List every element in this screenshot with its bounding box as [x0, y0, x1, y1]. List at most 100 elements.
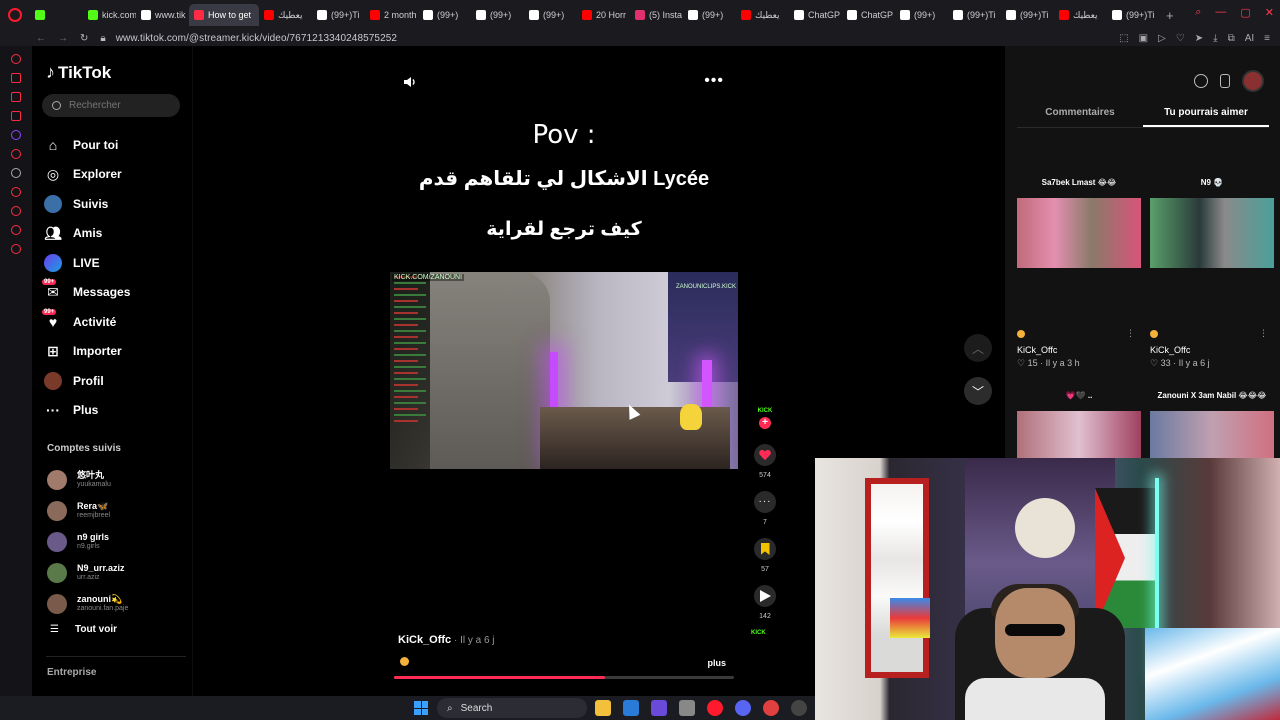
snapshot-icon[interactable]: ▣	[1139, 33, 1148, 44]
card-more-icon[interactable]: ⋮	[1259, 328, 1268, 339]
card-more-icon[interactable]: ⋮	[1126, 328, 1135, 339]
compass-icon[interactable]	[1194, 74, 1208, 88]
volume-icon[interactable]	[402, 74, 418, 90]
device-icon[interactable]	[1220, 74, 1230, 88]
following-item[interactable]: zanouni💫 zanouni.fan.paje	[47, 588, 187, 619]
browser-tab[interactable]: يعطيك	[259, 4, 312, 26]
browser-tab[interactable]: 2 month	[365, 4, 418, 26]
tiktok-logo[interactable]: ♪ TikTok	[46, 62, 111, 83]
following-item[interactable]: n9 girls n9.girls	[47, 526, 187, 557]
menu-item-explorer[interactable]: ◎ Explorer	[44, 160, 184, 190]
browser-tab[interactable]: How to get	[189, 4, 259, 26]
next-video-button[interactable]: ﹀	[964, 377, 992, 405]
tab-suggestions[interactable]: Tu pourrais aimer	[1143, 104, 1269, 127]
browser-tab[interactable]: ChatGP	[789, 4, 842, 26]
menu-item-amis[interactable]: 👥︎ Amis	[44, 219, 184, 249]
more-link[interactable]: plus	[707, 658, 726, 668]
download-icon[interactable]: ⤓	[1213, 33, 1217, 44]
ai-button[interactable]: AI	[1245, 33, 1254, 44]
follow-plus-icon[interactable]: +	[759, 417, 771, 429]
discord-icon[interactable]	[735, 700, 751, 716]
browser-tab[interactable]: ChatGP	[842, 4, 895, 26]
music-disc-icon[interactable]: KICK	[751, 630, 766, 644]
windows-start-icon[interactable]	[414, 701, 428, 715]
store-icon[interactable]	[623, 700, 639, 716]
minimize-button[interactable]: —	[1215, 6, 1226, 19]
video-player[interactable]: ••• Pov : الاشكال لي تلقاهم قدم Lycée كي…	[390, 62, 738, 679]
like-button[interactable]	[754, 444, 776, 466]
bookmark-page-icon[interactable]: ⬚	[1119, 33, 1128, 44]
music-icon[interactable]	[11, 111, 21, 121]
share-action[interactable]: 142	[751, 585, 779, 620]
browser-tab[interactable]: kick.com	[83, 4, 136, 26]
close-button[interactable]: ✕	[1265, 6, 1274, 19]
browser-tab[interactable]: 20 Horr	[577, 4, 630, 26]
more-options-icon[interactable]: •••	[704, 72, 724, 90]
menu-item-live[interactable]: LIVE	[44, 248, 184, 278]
browser-tab[interactable]: (99+)	[418, 4, 471, 26]
browser-tab[interactable]: (99+)	[471, 4, 524, 26]
following-item[interactable]: Rera🦋 reemjbreel	[47, 495, 187, 526]
suggested-video-card[interactable]: N9 💀 ⋮ KiCk_Offc ♡ 33 · Il y a 6 j	[1150, 178, 1274, 368]
browser-tab[interactable]: (99+)	[524, 4, 577, 26]
video-thumbnail[interactable]	[1150, 198, 1274, 268]
see-all-link[interactable]: ☰ Tout voir	[50, 624, 117, 635]
menu-item-suivis[interactable]: Suivis	[44, 189, 184, 219]
opera-logo-icon[interactable]	[0, 0, 30, 30]
tab-comments[interactable]: Commentaires	[1017, 104, 1143, 127]
twitch-icon[interactable]	[11, 130, 21, 140]
new-tab-button[interactable]: +	[1166, 8, 1174, 23]
browser-tab[interactable]: (99+)	[683, 4, 736, 26]
like-action[interactable]: 574	[751, 444, 779, 479]
menu-item-messages[interactable]: ✉ 99+ Messages	[42, 278, 184, 308]
browser-tab[interactable]: يعطيك	[1054, 4, 1107, 26]
aria-icon[interactable]	[11, 54, 21, 64]
following-item[interactable]: 悠叶丸 yuukamalu	[47, 464, 187, 495]
author-line[interactable]: KiCk_Offc · Il y a 6 j	[398, 634, 495, 646]
opera-icon[interactable]	[707, 700, 723, 716]
clock-icon[interactable]	[11, 206, 21, 216]
following-item[interactable]: N9_urr.aziz urr.aziz	[47, 557, 187, 588]
progress-bar[interactable]	[394, 676, 734, 679]
share-button[interactable]	[754, 585, 776, 607]
percent-icon[interactable]	[11, 149, 21, 159]
menu-item-pourtoi[interactable]: ⌂ Pour toi	[44, 130, 184, 160]
copilot-icon[interactable]	[651, 700, 667, 716]
browser-tab[interactable]: (99+)Ti	[312, 4, 365, 26]
send-icon[interactable]: ➤	[1195, 33, 1203, 44]
browser-tab[interactable]: (99+)Ti	[1107, 4, 1160, 26]
x-icon[interactable]	[11, 168, 21, 178]
creator-avatar[interactable]: KICK +	[752, 398, 778, 429]
author-name[interactable]: KiCk_Offc	[398, 634, 451, 646]
search-input[interactable]	[69, 100, 169, 111]
reload-icon[interactable]: ↻	[80, 33, 88, 44]
history-icon[interactable]	[11, 187, 21, 197]
browser-tab[interactable]	[30, 4, 83, 26]
menu-icon[interactable]: ≡	[1264, 33, 1270, 44]
card-author[interactable]: KiCk_Offc	[1017, 345, 1057, 355]
save-action[interactable]: 57	[751, 538, 779, 573]
menu-item-plus[interactable]: ··· Plus	[44, 396, 184, 426]
menu-item-importer[interactable]: ⊞ Importer	[44, 337, 184, 367]
save-button[interactable]	[754, 538, 776, 560]
browser-tab[interactable]: (99+)	[895, 4, 948, 26]
video-frame[interactable]: KICK.COM/ZANOUNI ZANOUNICLIPS.KICK	[390, 272, 738, 469]
settings-icon[interactable]	[11, 244, 21, 254]
pin-icon[interactable]	[11, 225, 21, 235]
settings-icon[interactable]	[791, 700, 807, 716]
calculator-icon[interactable]	[679, 700, 695, 716]
browser-tab[interactable]: www.tik	[136, 4, 189, 26]
enterprise-link[interactable]: Entreprise	[47, 667, 96, 678]
forward-icon[interactable]: →	[58, 33, 68, 44]
menu-item-activit[interactable]: ♥ 99+ Activité	[42, 307, 184, 337]
browser-tab[interactable]: يعطيك	[736, 4, 789, 26]
lock-icon[interactable]: 🔒︎	[100, 33, 105, 44]
comment-action[interactable]: ··· 7	[751, 491, 779, 526]
extensions-icon[interactable]: ⧉	[1228, 33, 1235, 44]
maximize-button[interactable]: ▢	[1240, 6, 1250, 19]
card-author[interactable]: KiCk_Offc	[1150, 345, 1190, 355]
url-field[interactable]: www.tiktok.com/@streamer.kick/video/7671…	[116, 33, 397, 44]
comment-button[interactable]: ···	[754, 491, 776, 513]
search-tabs-icon[interactable]: ⌕	[1195, 6, 1201, 19]
taskbar-search[interactable]: ⌕ Search	[437, 698, 587, 718]
